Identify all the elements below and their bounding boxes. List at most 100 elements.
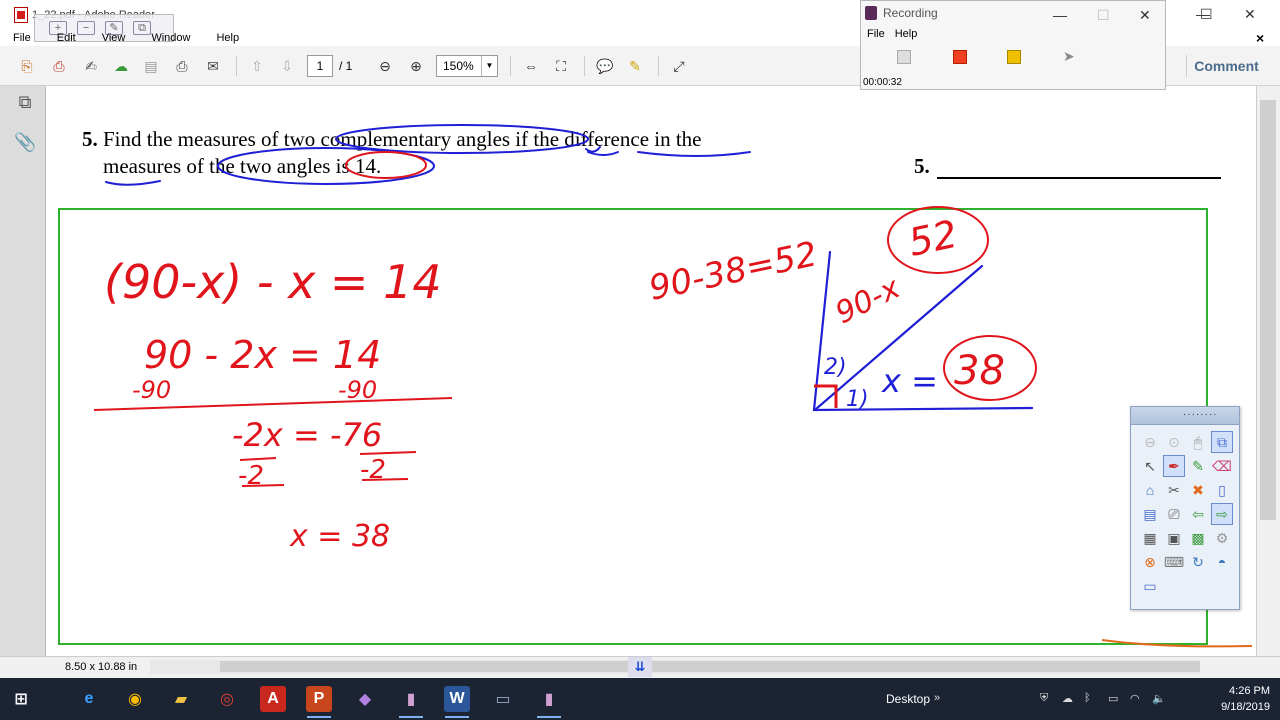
print-icon[interactable]: ⎙ [171, 55, 193, 77]
play-icon[interactable]: ➤ [1063, 49, 1077, 64]
minimize-icon[interactable]: — [1053, 7, 1067, 23]
save-icon[interactable]: ▤ [140, 55, 162, 77]
save-page-icon[interactable]: ▣ [1163, 527, 1185, 549]
chevron-right-icon[interactable]: » [934, 692, 940, 704]
home-icon[interactable]: ⌂ [1139, 479, 1161, 501]
menu-edit[interactable]: Edit [44, 30, 89, 46]
cloud-icon[interactable]: ☁ [1062, 692, 1073, 705]
highlighter-icon[interactable]: ✎ [1187, 455, 1209, 477]
onenote-icon[interactable]: ◆ [352, 686, 378, 712]
wifi-icon[interactable]: ◠ [1130, 692, 1140, 705]
fit-width-icon[interactable]: ⇔ [520, 55, 542, 77]
underline-measures [105, 180, 161, 186]
next-page-icon[interactable]: ⇩ [276, 55, 298, 77]
adobe-maximize-icon[interactable]: ☐ [1200, 6, 1213, 23]
powerpoint-icon[interactable]: P [306, 686, 332, 718]
record-icon[interactable] [897, 50, 911, 64]
smart-ink-icon[interactable]: ▮ [536, 686, 562, 718]
attachments-icon[interactable]: 📎 [14, 132, 36, 154]
word-icon[interactable]: W [444, 686, 470, 718]
chevron-down-icon[interactable]: ▼ [481, 56, 497, 76]
zoom-out-icon[interactable]: ⊖ [374, 55, 396, 77]
eraser-icon[interactable]: ⌫ [1211, 455, 1233, 477]
horizontal-scrollbar[interactable] [150, 660, 1200, 674]
menu-file[interactable]: File [0, 30, 44, 46]
hw-mark1: 1) [846, 387, 869, 412]
table-icon[interactable]: ▦ [1139, 527, 1161, 549]
chrome-icon[interactable]: ◉ [122, 686, 148, 712]
fullscreen-icon[interactable]: ⤢ [668, 55, 690, 77]
back-arrow-icon[interactable]: ⇦ [1187, 503, 1209, 525]
keyboard-icon[interactable]: ⌨ [1163, 551, 1185, 573]
protractor-icon[interactable]: ◓ [1211, 551, 1233, 573]
close-icon[interactable]: ✕ [1139, 7, 1151, 24]
volume-icon[interactable]: 🔈 [1152, 692, 1166, 705]
zoom-in-icon[interactable]: ⊕ [405, 55, 427, 77]
recorder-taskbar-icon[interactable]: ▮ [398, 686, 424, 718]
settings-icon[interactable]: ⚙ [1211, 527, 1233, 549]
convert-icon[interactable]: ⎙ [48, 55, 70, 77]
media-icon[interactable]: ◎ [214, 686, 240, 712]
page-number-input[interactable]: 1 [307, 55, 333, 77]
document-page[interactable]: 5. Find the measures of two complementar… [46, 86, 1256, 658]
shield-icon[interactable]: ⛨ [1040, 692, 1048, 705]
hw-angle2-value: 52 [905, 212, 961, 265]
taskbar-clock[interactable]: 4:26 PM 9/18/2019 [1221, 683, 1270, 715]
vertical-scrollbar[interactable] [1256, 86, 1280, 658]
refresh-icon[interactable]: ↻ [1187, 551, 1209, 573]
menu-help[interactable]: Help [203, 30, 252, 46]
page-total: / 1 [339, 59, 353, 73]
windows-start-icon[interactable]: ⊞ [8, 686, 34, 712]
email-icon[interactable]: ✉ [202, 55, 224, 77]
internet-explorer-icon[interactable]: e [76, 686, 102, 712]
window-icon[interactable]: ▭ [490, 686, 516, 712]
palette-drag-handle[interactable]: ········ [1183, 409, 1218, 420]
mouse-icon[interactable]: 🖱 [1187, 431, 1209, 453]
bluetooth-icon[interactable]: ᛒ [1084, 692, 1091, 704]
pages-icon[interactable]: ⧉ [1211, 431, 1233, 453]
battery-icon[interactable]: ▭ [1108, 692, 1118, 705]
hw-eq2-sub-right: -90 [338, 376, 377, 404]
exit-icon[interactable]: ⊗ [1139, 551, 1161, 573]
upload-icon[interactable]: ☁ [110, 55, 132, 77]
stop-icon[interactable] [953, 50, 967, 64]
recorder-menu-file[interactable]: File [867, 28, 885, 40]
collapse-icon[interactable]: ⊖ [1139, 431, 1161, 453]
camera-icon[interactable]: ⎚ [1163, 503, 1185, 525]
vertical-scroll-thumb[interactable] [1260, 100, 1276, 520]
close-document-button[interactable]: × [1256, 30, 1264, 46]
clear-icon[interactable]: ✖ [1187, 479, 1209, 501]
adobe-reader-taskbar-icon[interactable]: A [260, 686, 286, 712]
sticky-note-icon[interactable]: 💬 [594, 55, 616, 77]
tools-icon[interactable]: ✂ [1163, 479, 1185, 501]
menu-bar: File Edit View Window Help [0, 30, 860, 46]
menu-window[interactable]: Window [138, 30, 203, 46]
folder-icon[interactable]: ▭ [1139, 575, 1161, 597]
recorder-menu-help[interactable]: Help [895, 28, 918, 40]
pen-icon[interactable]: ✒ [1163, 455, 1185, 477]
fit-page-icon[interactable]: ⛶ [550, 55, 572, 77]
pointer-icon[interactable]: ↖ [1139, 455, 1161, 477]
document-icon[interactable]: ▤ [1139, 503, 1161, 525]
scroll-down-arrows-icon[interactable]: ⇊ [628, 657, 652, 677]
image-icon[interactable]: ▩ [1187, 527, 1209, 549]
palette-header[interactable]: ········ [1131, 407, 1239, 425]
file-explorer-icon[interactable]: ▰ [168, 686, 194, 712]
pause-icon[interactable] [1007, 50, 1021, 64]
create-pdf-icon[interactable]: ⎘ [16, 55, 38, 77]
page-thumbnails-icon[interactable]: ⧉ [14, 92, 36, 114]
desktop-toolbar-label[interactable]: Desktop [886, 692, 930, 706]
comment-button[interactable]: Comment [1186, 55, 1266, 77]
new-page-icon[interactable]: ▯ [1211, 479, 1233, 501]
sign-icon[interactable]: ✍ [80, 55, 102, 77]
maximize-icon[interactable]: ☐ [1097, 7, 1110, 24]
adobe-close-icon[interactable]: ✕ [1244, 6, 1256, 23]
horizontal-scroll-thumb[interactable] [220, 661, 1200, 672]
expand-icon[interactable]: ⊙ [1163, 431, 1185, 453]
forward-arrow-icon[interactable]: ⇨ [1211, 503, 1233, 525]
zoom-select[interactable]: 150% ▼ [436, 55, 498, 77]
menu-view[interactable]: View [89, 30, 139, 46]
clock-date: 9/18/2019 [1221, 701, 1270, 713]
prev-page-icon[interactable]: ⇧ [246, 55, 268, 77]
highlight-icon[interactable]: ✎ [624, 55, 646, 77]
